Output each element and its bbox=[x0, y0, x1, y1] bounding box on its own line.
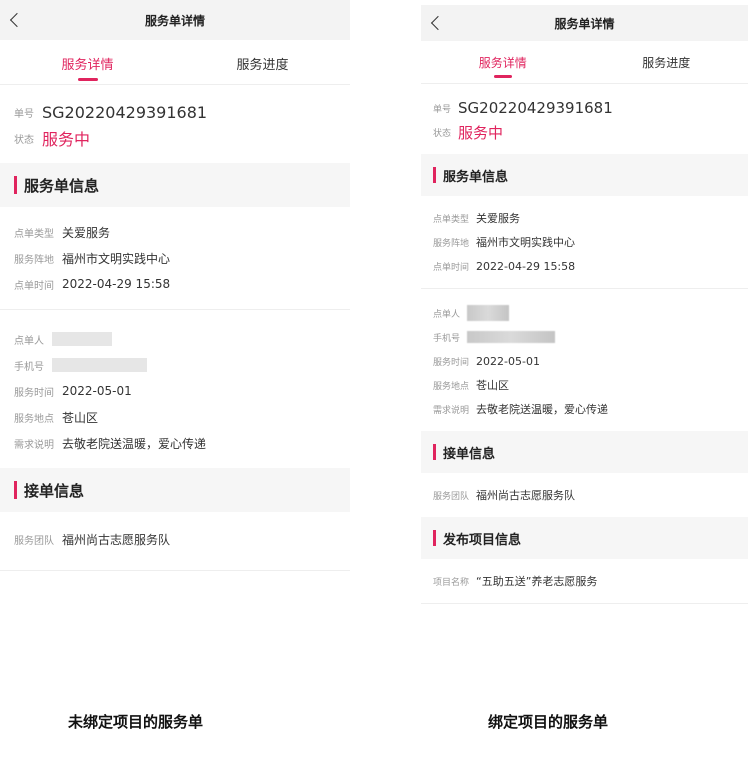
contact-info-block: 点单人 手机号 服务时间 2022-05-01 服务地点 苍山区 需求说明 去敬老院送… bbox=[421, 289, 748, 431]
field-label: 点单类型 bbox=[14, 228, 54, 240]
section-accent-bar bbox=[433, 444, 436, 460]
redacted-name bbox=[52, 332, 112, 346]
chevron-left-icon[interactable] bbox=[9, 12, 25, 28]
field-value: 福州尚古志愿服务队 bbox=[476, 489, 576, 502]
field-value: 福州市文明实践中心 bbox=[476, 236, 576, 249]
field-value: 苍山区 bbox=[62, 410, 99, 425]
field-value: 福州市文明实践中心 bbox=[62, 251, 171, 266]
field-label: 手机号 bbox=[433, 333, 461, 344]
section-header-order-info: 服务单信息 bbox=[0, 163, 350, 207]
order-no-label: 单号 bbox=[433, 104, 452, 115]
nav-bar: 服务单详情 bbox=[421, 5, 748, 41]
field-label: 点单时间 bbox=[433, 262, 470, 273]
field-label: 点单时间 bbox=[14, 280, 54, 292]
field-value: 苍山区 bbox=[476, 379, 510, 392]
field-value: 2022-05-01 bbox=[62, 384, 132, 398]
section-accent-bar bbox=[433, 167, 436, 183]
order-info-block: 点单类型 关爱服务 服务阵地 福州市文明实践中心 点单时间 2022-04-29 15… bbox=[421, 196, 748, 289]
section-header-accept-info: 接单信息 bbox=[0, 468, 350, 512]
field-label: 服务时间 bbox=[433, 357, 470, 368]
order-no-label: 单号 bbox=[14, 108, 34, 120]
field-label: 点单类型 bbox=[433, 214, 470, 225]
right-screen: 服务单详情 服务详情 服务进度 单号 SG20220429391681 状态 服务中… bbox=[421, 5, 748, 655]
field-value: 去敬老院送温暖，爱心传递 bbox=[62, 436, 207, 451]
order-no: SG20220429391681 bbox=[458, 99, 613, 117]
status-badge: 服务中 bbox=[458, 123, 504, 142]
section-accent-bar bbox=[14, 176, 17, 194]
status-label: 状态 bbox=[433, 128, 452, 139]
field-label: 服务地点 bbox=[14, 413, 54, 425]
chevron-left-icon[interactable] bbox=[430, 15, 446, 31]
section-title: 服务单信息 bbox=[24, 176, 100, 195]
section-title: 服务单信息 bbox=[443, 169, 509, 185]
tab-bar: 服务详情 服务进度 bbox=[421, 41, 748, 84]
field-label: 服务阵地 bbox=[14, 254, 54, 266]
left-screen: 服务单详情 服务详情 服务进度 单号 SG20220429391681 状态 服务中… bbox=[0, 0, 350, 590]
field-label: 点单人 bbox=[14, 335, 44, 347]
field-value: 2022-04-29 15:58 bbox=[476, 259, 576, 273]
caption-unbound: 未绑定项目的服务单 bbox=[68, 713, 204, 731]
redacted-phone bbox=[52, 358, 147, 372]
accept-info-block: 服务团队 福州尚古志愿服务队 bbox=[0, 512, 350, 571]
section-title: 接单信息 bbox=[443, 446, 496, 462]
section-header-accept-info: 接单信息 bbox=[421, 431, 748, 473]
page-title: 服务单详情 bbox=[554, 16, 615, 31]
section-accent-bar bbox=[14, 481, 17, 499]
section-title: 发布项目信息 bbox=[443, 532, 522, 548]
order-meta: 单号 SG20220429391681 状态 服务中 bbox=[421, 84, 748, 154]
field-label: 点单人 bbox=[433, 309, 461, 320]
order-info-block: 点单类型 关爱服务 服务阵地 福州市文明实践中心 点单时间 2022-04-29 15… bbox=[0, 207, 350, 310]
field-label: 服务团队 bbox=[433, 491, 470, 502]
field-value: 2022-05-01 bbox=[476, 354, 540, 368]
field-value: 去敬老院送温暖，爱心传递 bbox=[476, 403, 609, 416]
field-value: 福州尚古志愿服务队 bbox=[62, 532, 171, 547]
section-title: 接单信息 bbox=[24, 481, 85, 500]
field-label: 手机号 bbox=[14, 361, 44, 373]
accept-info-block: 服务团队 福州尚古志愿服务队 bbox=[421, 473, 748, 517]
field-label: 服务团队 bbox=[14, 535, 54, 547]
tab-bar: 服务详情 服务进度 bbox=[0, 40, 350, 85]
field-value: 关爱服务 bbox=[62, 225, 111, 240]
field-value: 2022-04-29 15:58 bbox=[62, 277, 171, 291]
field-value: “五助五送”养老志愿服务 bbox=[476, 575, 598, 588]
field-value: 关爱服务 bbox=[476, 212, 521, 225]
section-header-project-info: 发布项目信息 bbox=[421, 517, 748, 559]
field-label: 服务时间 bbox=[14, 387, 54, 399]
caption-bound: 绑定项目的服务单 bbox=[488, 713, 609, 731]
tab-service-progress[interactable]: 服务进度 bbox=[585, 41, 749, 83]
field-label: 服务地点 bbox=[433, 381, 470, 392]
blurred-phone bbox=[467, 331, 556, 343]
section-accent-bar bbox=[433, 530, 436, 546]
field-label: 需求说明 bbox=[14, 439, 54, 451]
project-info-block: 项目名称 “五助五送”养老志愿服务 bbox=[421, 559, 748, 604]
tab-service-progress[interactable]: 服务进度 bbox=[175, 40, 350, 84]
status-badge: 服务中 bbox=[42, 130, 91, 149]
nav-bar: 服务单详情 bbox=[0, 0, 350, 40]
blurred-name bbox=[467, 305, 510, 321]
page-title: 服务单详情 bbox=[144, 13, 205, 28]
field-label: 服务阵地 bbox=[433, 238, 470, 249]
tab-service-details[interactable]: 服务详情 bbox=[0, 40, 175, 84]
section-header-order-info: 服务单信息 bbox=[421, 154, 748, 196]
status-label: 状态 bbox=[14, 134, 34, 146]
order-no: SG20220429391681 bbox=[42, 102, 208, 122]
tab-service-details[interactable]: 服务详情 bbox=[421, 41, 585, 83]
field-label: 项目名称 bbox=[433, 577, 470, 588]
contact-info-block: 点单人 手机号 服务时间 2022-05-01 服务地点 苍山区 需求说明 去敬老院送… bbox=[0, 310, 350, 468]
field-label: 需求说明 bbox=[433, 405, 470, 416]
order-meta: 单号 SG20220429391681 状态 服务中 bbox=[0, 85, 350, 163]
